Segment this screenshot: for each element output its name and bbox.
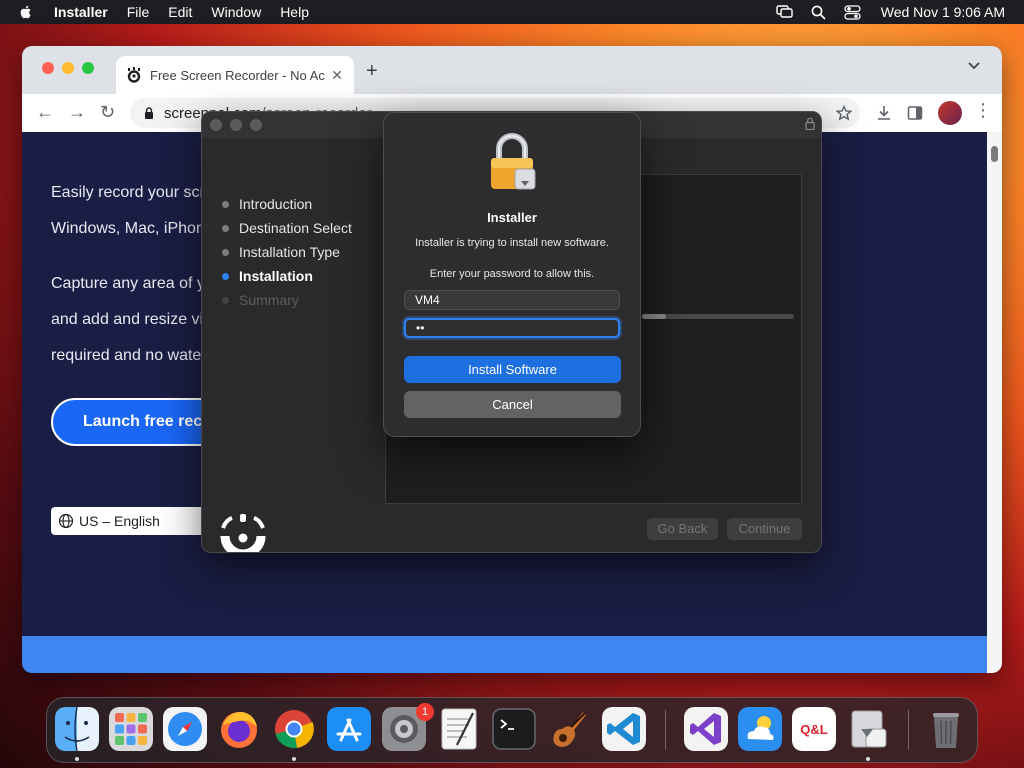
lock-icon [145, 107, 153, 119]
menu-bar: Installer File Edit Window Help Wed Nov … [0, 0, 1024, 24]
tab-close-icon[interactable]: ✕ [328, 67, 346, 84]
install-progress-fill [642, 314, 667, 319]
installer-sidebar: Introduction Destination Select Installa… [202, 138, 384, 552]
page-text-line: and add and resize vic [51, 311, 212, 328]
dialog-message: Installer is trying to install new softw… [415, 237, 609, 249]
chrome-icon[interactable] [272, 707, 316, 751]
firefox-icon[interactable] [217, 707, 261, 751]
garageband-icon[interactable] [547, 707, 591, 751]
dock: 1 Q&L [46, 697, 978, 763]
profile-avatar[interactable] [938, 101, 962, 125]
weather-icon[interactable] [738, 707, 782, 751]
download-icon[interactable] [876, 105, 892, 121]
authentication-dialog: Installer Installer is trying to install… [383, 112, 641, 437]
step-installation: Installation [222, 268, 313, 284]
running-indicator [75, 757, 79, 761]
step-installation-type: Installation Type [222, 244, 340, 260]
menu-window[interactable]: Window [211, 4, 261, 20]
lock-icon [805, 117, 815, 130]
page-text-line: Windows, Mac, iPhon [51, 220, 205, 237]
step-summary: Summary [222, 292, 299, 308]
dock-separator [908, 710, 909, 750]
more-menu-icon[interactable]: ⋮ [974, 100, 992, 121]
finder-icon[interactable] [55, 707, 99, 751]
installer-close-button[interactable] [210, 119, 222, 131]
page-scrollbar[interactable] [987, 132, 1002, 673]
dock-separator [665, 710, 666, 750]
dialog-title: Installer [487, 210, 537, 225]
screenpal-favicon-icon [127, 67, 141, 83]
menubar-clock[interactable]: Wed Nov 1 9:06 AM [881, 4, 1005, 20]
language-label: US – English [79, 513, 160, 529]
app-store-icon[interactable] [327, 707, 371, 751]
vscode-icon[interactable] [602, 707, 646, 751]
running-indicator [866, 757, 870, 761]
username-field[interactable]: VM4 [404, 290, 620, 310]
visual-studio-icon[interactable] [684, 707, 728, 751]
page-text-line: Capture any area of yo [51, 275, 214, 292]
page-text-line: required and no water [51, 347, 207, 364]
launchpad-icon[interactable] [109, 707, 153, 751]
textedit-icon[interactable] [437, 707, 481, 751]
step-destination-select: Destination Select [222, 220, 352, 236]
side-panel-icon[interactable] [907, 105, 923, 121]
footer-band [22, 636, 987, 673]
apple-icon[interactable] [18, 4, 34, 20]
step-introduction: Introduction [222, 196, 312, 212]
screenpal-logo-icon [220, 514, 266, 552]
menu-file[interactable]: File [127, 4, 150, 20]
running-indicator [292, 757, 296, 761]
padlock-icon [491, 133, 536, 190]
control-center-icon[interactable] [844, 4, 861, 20]
continue-button[interactable]: Continue [727, 518, 802, 540]
password-field[interactable]: •• [404, 318, 620, 338]
minimize-window-button[interactable] [62, 62, 74, 74]
menu-edit[interactable]: Edit [168, 4, 192, 20]
install-progress-bar [642, 314, 794, 319]
qol-logo-text: Q&L [800, 722, 828, 737]
page-text-line: Easily record your scr [51, 184, 205, 201]
dialog-prompt: Enter your password to allow this. [429, 268, 595, 280]
installer-minimize-button[interactable] [230, 119, 242, 131]
browser-tab[interactable]: Free Screen Recorder - No Ac ✕ [116, 56, 354, 94]
star-bookmark-icon[interactable] [836, 105, 852, 121]
close-window-button[interactable] [42, 62, 54, 74]
menu-app-name[interactable]: Installer [54, 4, 108, 20]
qol-icon[interactable]: Q&L [792, 707, 836, 751]
reload-icon[interactable]: ↻ [100, 102, 115, 123]
globe-icon [58, 513, 74, 529]
install-software-button[interactable]: Install Software [404, 356, 621, 383]
trash-icon[interactable] [924, 707, 968, 751]
new-tab-button[interactable]: + [366, 60, 378, 83]
scrollbar-thumb[interactable] [991, 146, 998, 162]
installer-zoom-button[interactable] [250, 119, 262, 131]
forward-arrow-icon[interactable]: → [68, 102, 86, 123]
menu-help[interactable]: Help [280, 4, 309, 20]
tab-search-chevron-icon[interactable] [968, 62, 980, 70]
tab-title: Free Screen Recorder - No Ac [150, 67, 325, 83]
terminal-icon[interactable] [492, 707, 536, 751]
safari-icon[interactable] [163, 707, 207, 751]
back-arrow-icon[interactable]: ← [36, 102, 54, 123]
zoom-window-button[interactable] [82, 62, 94, 74]
installer-app-icon[interactable] [846, 707, 890, 751]
cancel-button[interactable]: Cancel [404, 391, 621, 418]
search-icon[interactable] [811, 5, 826, 20]
screen-mirroring-icon[interactable] [776, 5, 793, 19]
go-back-button[interactable]: Go Back [647, 518, 718, 540]
tab-strip: Free Screen Recorder - No Ac ✕ + [22, 46, 1002, 94]
notification-badge: 1 [416, 703, 434, 721]
